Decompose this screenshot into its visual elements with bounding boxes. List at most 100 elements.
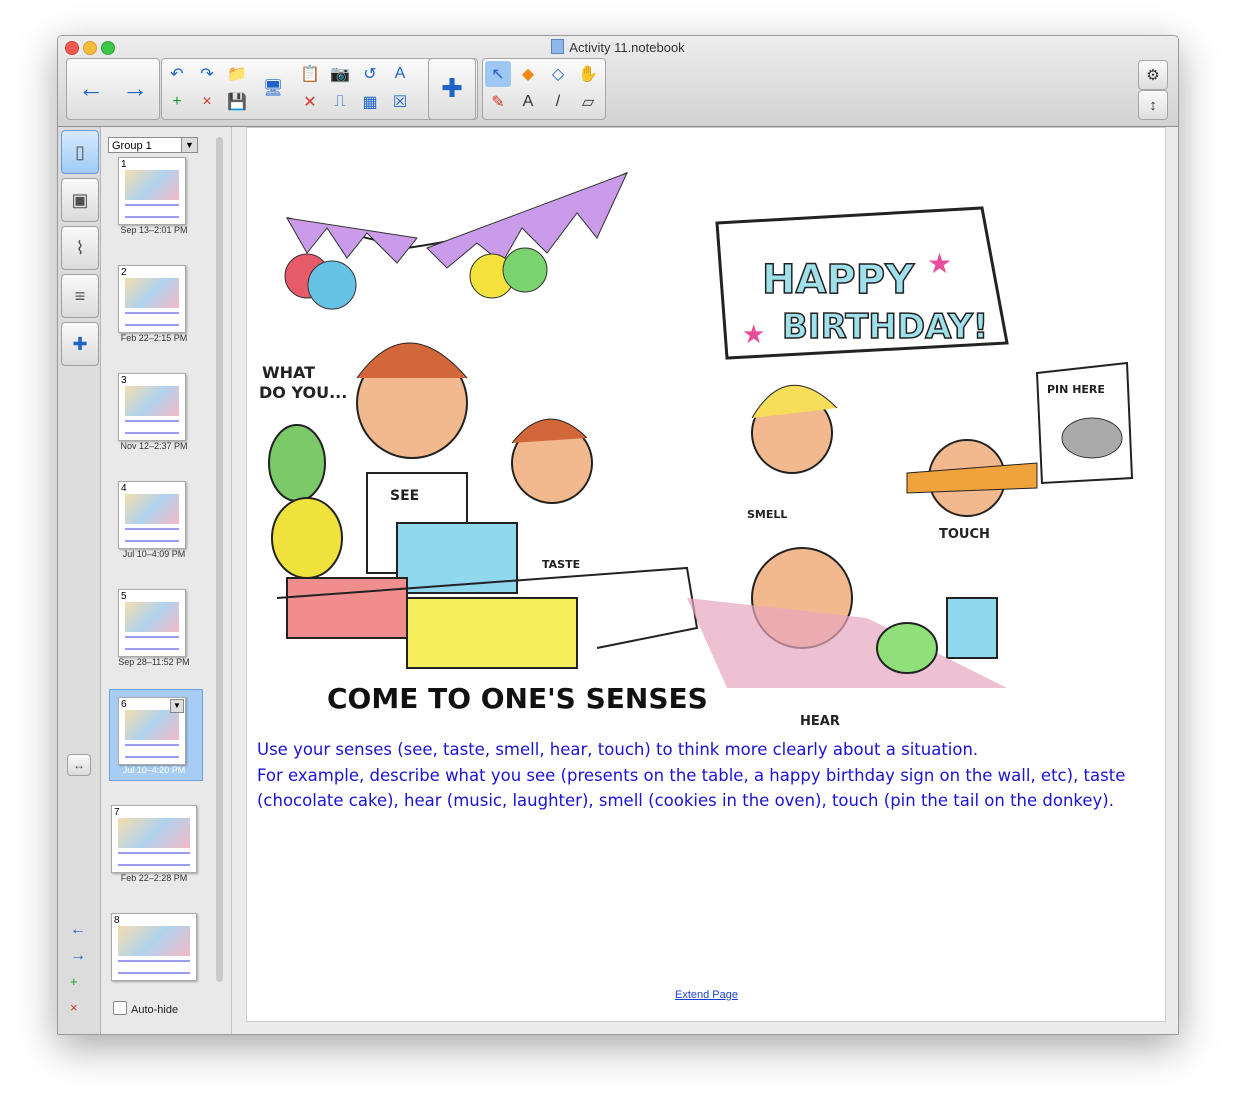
- add-page-mini-button[interactable]: +: [70, 969, 86, 995]
- line-icon: /: [555, 93, 561, 110]
- magic-eraser-icon: ▱: [581, 94, 595, 111]
- callout-text: DO YOU...: [259, 383, 347, 402]
- chevron-down-icon: ▼: [181, 138, 197, 152]
- settings-button[interactable]: ⚙: [1138, 60, 1168, 90]
- pin-here-text: PIN HERE: [1047, 383, 1105, 396]
- screen-capture-button[interactable]: 📷: [327, 61, 353, 87]
- document-icon: [551, 39, 565, 54]
- addons-button[interactable]: ✚: [430, 59, 474, 117]
- thumb-number: 5: [121, 591, 127, 602]
- title-bar: Activity 11.notebook ← → ↶ ↷ 📁 + × 💾 🖥 📋…: [58, 36, 1178, 127]
- shapes-icon: ◆: [521, 66, 535, 83]
- paperclip-icon: ⌇: [75, 237, 85, 258]
- attachments-tab[interactable]: ⌇: [61, 226, 99, 270]
- autohide-toggle[interactable]: Auto-hide: [113, 1001, 178, 1016]
- text-line: Use your senses (see, taste, smell, hear…: [257, 740, 979, 759]
- thumb-image: [125, 386, 179, 416]
- thumb-number: 2: [121, 267, 127, 278]
- move-toolbar-button[interactable]: ↕: [1138, 90, 1168, 120]
- fill-tool[interactable]: ✋: [575, 61, 601, 87]
- thumb-image: [118, 926, 190, 956]
- puzzle-icon: ✚: [72, 333, 88, 354]
- autohide-label: Auto-hide: [131, 1004, 179, 1016]
- delete-page-mini-button[interactable]: ×: [70, 995, 86, 1021]
- screen-shade-button[interactable]: ⎍: [327, 89, 353, 115]
- paste-button[interactable]: 📋: [297, 61, 323, 87]
- fullscreen-close-button[interactable]: ☒: [387, 89, 413, 115]
- group-select[interactable]: Group 1 ▼: [108, 137, 198, 153]
- table-button[interactable]: ▦: [357, 89, 383, 115]
- thumb-date: Jul 10–4:20 PM: [122, 765, 186, 775]
- thumb-text: [118, 852, 190, 866]
- page-thumb[interactable]: 3: [118, 373, 186, 441]
- gear-icon: ⚙: [1146, 67, 1160, 84]
- extend-page-link[interactable]: Extend Page: [675, 989, 738, 1001]
- properties-tab[interactable]: ≡: [61, 274, 99, 318]
- sorter-scrollbar[interactable]: [216, 137, 223, 982]
- page-thumb-selected[interactable]: 6 ▼: [118, 697, 186, 765]
- save-button[interactable]: 💾: [224, 89, 250, 115]
- illustration-caption: COME TO ONE'S SENSES: [327, 682, 708, 715]
- sidebar-tabs: ▯ ▣ ⌇ ≡ ✚ ↔ ← → + ×: [58, 127, 101, 1034]
- previous-page-button[interactable]: ←: [69, 59, 113, 117]
- previous-page-mini-button[interactable]: ←: [70, 917, 86, 943]
- notebook-page[interactable]: HAPPY BIRTHDAY! ★ ★ PIN HERE WHAT DO YOU…: [246, 127, 1166, 1022]
- redo-button[interactable]: ↷: [194, 61, 220, 87]
- thumb-image: [125, 602, 179, 632]
- page-thumb[interactable]: 2: [118, 265, 186, 333]
- thumb-text: [125, 204, 179, 218]
- undo-icon: ↶: [170, 66, 184, 83]
- delete-page-button[interactable]: ×: [194, 89, 220, 115]
- chevron-down-icon[interactable]: ▼: [170, 699, 184, 713]
- page-sorter-tab[interactable]: ▯: [61, 130, 99, 174]
- monitor-icon: 🖥: [262, 80, 284, 97]
- undo-button[interactable]: ↶: [164, 61, 190, 87]
- line-tool[interactable]: /: [545, 89, 571, 115]
- see-label: SEE: [390, 488, 419, 504]
- touch-label: TOUCH: [939, 527, 990, 542]
- pens-tool[interactable]: ✎: [485, 89, 511, 115]
- tools-group: ↖ ◆ ◇ ✋ ✎ A / ▱: [482, 58, 606, 120]
- move-sidebar-button[interactable]: ↔: [67, 754, 91, 776]
- gallery-tab[interactable]: ▣: [61, 178, 99, 222]
- page-thumb[interactable]: 1: [118, 157, 186, 225]
- measurement-button[interactable]: A: [387, 61, 413, 87]
- page-thumb[interactable]: 4: [118, 481, 186, 549]
- document-camera-button[interactable]: ↺: [357, 61, 383, 87]
- thumb-date: Sep 28–11:52 PM: [118, 657, 190, 667]
- page-thumb[interactable]: 5: [118, 589, 186, 657]
- window-title-text: Activity 11.notebook: [569, 40, 685, 55]
- addons-group: ✚: [428, 58, 476, 120]
- fill-icon: ✋: [578, 66, 598, 83]
- open-button[interactable]: 📁: [224, 61, 250, 87]
- thumb-number: 3: [121, 375, 127, 386]
- delete-button[interactable]: ✕: [297, 89, 323, 115]
- eraser-tool[interactable]: ◇: [545, 61, 571, 87]
- group-select-value: Group 1: [112, 140, 152, 152]
- save-icon: 💾: [227, 94, 247, 111]
- magic-eraser-tool[interactable]: ▱: [575, 89, 601, 115]
- display-button[interactable]: 🖥: [260, 75, 286, 101]
- page-text[interactable]: Use your senses (see, taste, smell, hear…: [257, 737, 1157, 814]
- star-icon: ★: [742, 319, 765, 349]
- thumb-number: 4: [121, 483, 127, 494]
- cartoon-illustration: HAPPY BIRTHDAY! ★ ★ PIN HERE WHAT DO YOU…: [259, 172, 1134, 728]
- select-tool[interactable]: ↖: [485, 61, 511, 87]
- add-page-button[interactable]: +: [164, 89, 190, 115]
- redo-icon: ↷: [200, 66, 214, 83]
- shapes-tool[interactable]: ◆: [515, 61, 541, 87]
- autohide-checkbox[interactable]: [113, 1001, 127, 1015]
- page-thumb[interactable]: 7: [111, 805, 197, 873]
- addons-tab[interactable]: ✚: [61, 322, 99, 366]
- rotate-icon: ↺: [363, 66, 377, 83]
- resize-icon: ↕: [1149, 96, 1157, 114]
- next-page-button[interactable]: →: [113, 59, 157, 117]
- compass-icon: A: [394, 65, 406, 82]
- picture-icon: ▣: [71, 189, 89, 210]
- thumb-text: [125, 528, 179, 542]
- close-box-icon: ☒: [392, 94, 408, 111]
- text-tool[interactable]: A: [515, 89, 541, 115]
- page-thumb[interactable]: 8: [111, 913, 197, 981]
- thumb-text: [125, 312, 179, 326]
- next-page-mini-button[interactable]: →: [70, 943, 86, 969]
